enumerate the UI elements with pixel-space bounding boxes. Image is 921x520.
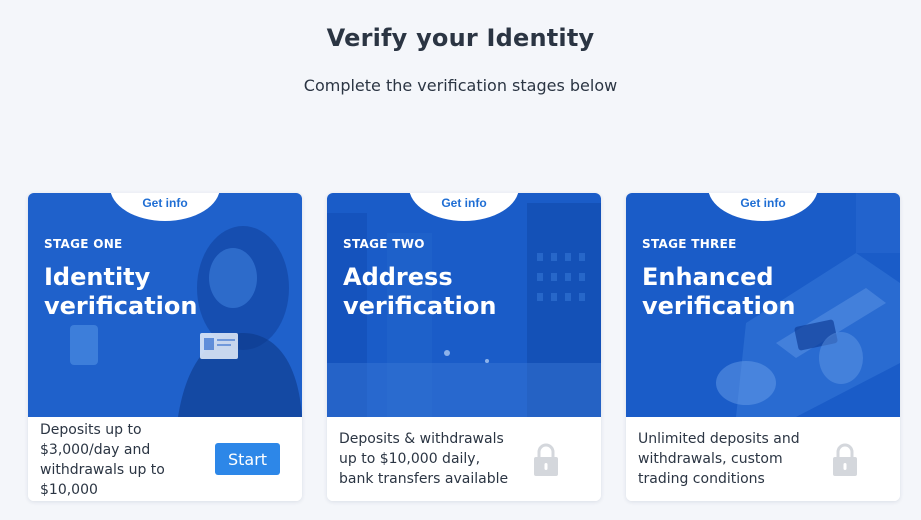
lock-icon xyxy=(833,443,857,476)
stage-label: STAGE ONE xyxy=(44,237,123,251)
stage-description: Unlimited deposits and withdrawals, cust… xyxy=(638,431,800,487)
enhanced-photo: Get info STAGE THREE Enhanced verificati… xyxy=(626,193,900,417)
verification-page: Verify your Identity Complete the verifi… xyxy=(0,0,921,520)
lock-icon xyxy=(534,443,558,476)
identity-photo: Get info STAGE ONE Identity verification xyxy=(28,193,302,417)
stage-title: Address verification xyxy=(343,263,497,320)
stage-two-card: Get info STAGE TWO Address verification … xyxy=(327,193,601,501)
get-info-link[interactable]: Get info xyxy=(708,196,818,210)
page-subtitle: Complete the verification stages below xyxy=(303,76,618,95)
card-footer: Deposits & withdrawals up to $10,000 dai… xyxy=(327,417,601,501)
stage-three-card: Get info STAGE THREE Enhanced verificati… xyxy=(626,193,900,501)
address-photo: Get info STAGE TWO Address verification xyxy=(327,193,601,417)
page-title: Verify your Identity xyxy=(326,24,595,52)
stage-one-card: Get info STAGE ONE Identity verification… xyxy=(28,193,302,501)
card-footer: Unlimited deposits and withdrawals, cust… xyxy=(626,417,900,501)
stage-description: Deposits & withdrawals up to $10,000 dai… xyxy=(339,431,509,487)
stage-label: STAGE TWO xyxy=(343,237,425,251)
stage-title: Identity verification xyxy=(44,263,198,320)
stage-label: STAGE THREE xyxy=(642,237,737,251)
start-button[interactable]: Start xyxy=(215,443,280,475)
get-info-link[interactable]: Get info xyxy=(409,196,519,210)
get-info-link[interactable]: Get info xyxy=(110,196,220,210)
stage-title: Enhanced verification xyxy=(642,263,796,320)
stage-description: Deposits up to $3,000/day and withdrawal… xyxy=(40,422,165,498)
card-footer: Deposits up to $3,000/day and withdrawal… xyxy=(28,417,302,501)
